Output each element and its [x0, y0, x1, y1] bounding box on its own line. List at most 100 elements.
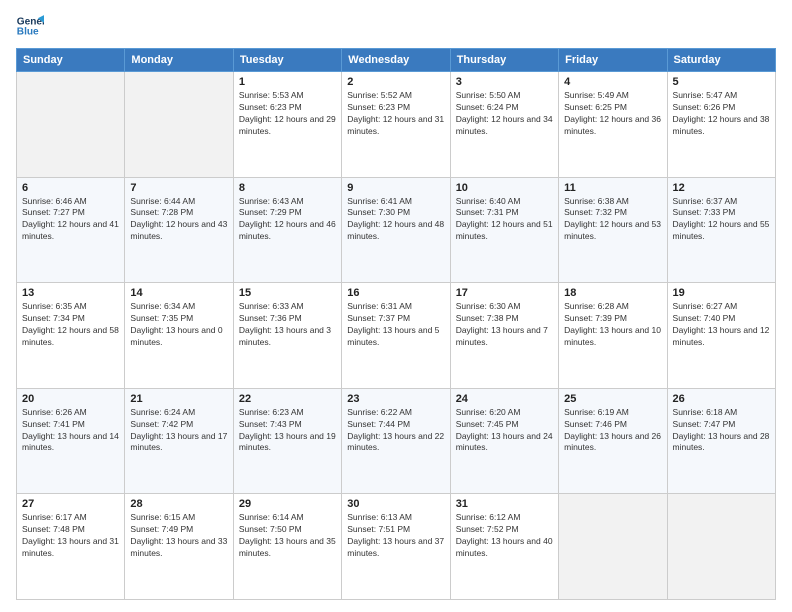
calendar-week-2: 13 Sunrise: 6:35 AM Sunset: 7:34 PM Dayl…: [17, 283, 776, 389]
calendar-cell: 8 Sunrise: 6:43 AM Sunset: 7:29 PM Dayli…: [233, 177, 341, 283]
calendar-cell: 4 Sunrise: 5:49 AM Sunset: 6:25 PM Dayli…: [559, 72, 667, 178]
sunrise-label: Sunrise: 6:17 AM: [22, 512, 87, 522]
daylight-label: Daylight: 13 hours and 40 minutes.: [456, 536, 553, 558]
day-number: 10: [456, 182, 553, 194]
day-number: 18: [564, 287, 661, 299]
sunrise-label: Sunrise: 6:37 AM: [673, 196, 738, 206]
sunset-label: Sunset: 7:30 PM: [347, 207, 410, 217]
sunset-label: Sunset: 6:26 PM: [673, 102, 736, 112]
day-number: 30: [347, 498, 444, 510]
calendar-cell: 30 Sunrise: 6:13 AM Sunset: 7:51 PM Dayl…: [342, 494, 450, 600]
day-info: Sunrise: 6:43 AM Sunset: 7:29 PM Dayligh…: [239, 196, 336, 244]
day-info: Sunrise: 6:26 AM Sunset: 7:41 PM Dayligh…: [22, 407, 119, 455]
daylight-label: Daylight: 13 hours and 19 minutes.: [239, 431, 336, 453]
day-number: 22: [239, 393, 336, 405]
day-number: 27: [22, 498, 119, 510]
sunset-label: Sunset: 7:28 PM: [130, 207, 193, 217]
calendar-cell: 10 Sunrise: 6:40 AM Sunset: 7:31 PM Dayl…: [450, 177, 558, 283]
sunset-label: Sunset: 6:24 PM: [456, 102, 519, 112]
day-info: Sunrise: 6:28 AM Sunset: 7:39 PM Dayligh…: [564, 301, 661, 349]
calendar-cell: 29 Sunrise: 6:14 AM Sunset: 7:50 PM Dayl…: [233, 494, 341, 600]
day-info: Sunrise: 5:52 AM Sunset: 6:23 PM Dayligh…: [347, 90, 444, 138]
sunset-label: Sunset: 7:47 PM: [673, 419, 736, 429]
day-number: 8: [239, 182, 336, 194]
sunrise-label: Sunrise: 6:19 AM: [564, 407, 629, 417]
day-number: 4: [564, 76, 661, 88]
day-number: 13: [22, 287, 119, 299]
sunset-label: Sunset: 7:44 PM: [347, 419, 410, 429]
daylight-label: Daylight: 12 hours and 46 minutes.: [239, 219, 336, 241]
calendar-cell: 26 Sunrise: 6:18 AM Sunset: 7:47 PM Dayl…: [667, 388, 775, 494]
day-number: 9: [347, 182, 444, 194]
sunrise-label: Sunrise: 6:44 AM: [130, 196, 195, 206]
col-saturday: Saturday: [667, 49, 775, 72]
calendar-cell: 15 Sunrise: 6:33 AM Sunset: 7:36 PM Dayl…: [233, 283, 341, 389]
sunrise-label: Sunrise: 6:13 AM: [347, 512, 412, 522]
day-number: 26: [673, 393, 770, 405]
day-number: 15: [239, 287, 336, 299]
day-info: Sunrise: 6:34 AM Sunset: 7:35 PM Dayligh…: [130, 301, 227, 349]
day-number: 3: [456, 76, 553, 88]
day-number: 17: [456, 287, 553, 299]
calendar-cell: 25 Sunrise: 6:19 AM Sunset: 7:46 PM Dayl…: [559, 388, 667, 494]
daylight-label: Daylight: 12 hours and 29 minutes.: [239, 114, 336, 136]
daylight-label: Daylight: 13 hours and 31 minutes.: [22, 536, 119, 558]
sunrise-label: Sunrise: 6:46 AM: [22, 196, 87, 206]
day-number: 29: [239, 498, 336, 510]
daylight-label: Daylight: 12 hours and 43 minutes.: [130, 219, 227, 241]
sunset-label: Sunset: 7:42 PM: [130, 419, 193, 429]
day-number: 19: [673, 287, 770, 299]
day-info: Sunrise: 6:37 AM Sunset: 7:33 PM Dayligh…: [673, 196, 770, 244]
sunset-label: Sunset: 7:48 PM: [22, 524, 85, 534]
day-number: 20: [22, 393, 119, 405]
day-number: 7: [130, 182, 227, 194]
day-number: 28: [130, 498, 227, 510]
day-info: Sunrise: 6:17 AM Sunset: 7:48 PM Dayligh…: [22, 512, 119, 560]
daylight-label: Daylight: 12 hours and 48 minutes.: [347, 219, 444, 241]
day-number: 1: [239, 76, 336, 88]
day-info: Sunrise: 6:20 AM Sunset: 7:45 PM Dayligh…: [456, 407, 553, 455]
calendar-cell: 6 Sunrise: 6:46 AM Sunset: 7:27 PM Dayli…: [17, 177, 125, 283]
sunset-label: Sunset: 7:33 PM: [673, 207, 736, 217]
sunrise-label: Sunrise: 6:14 AM: [239, 512, 304, 522]
sunrise-label: Sunrise: 6:31 AM: [347, 301, 412, 311]
daylight-label: Daylight: 13 hours and 35 minutes.: [239, 536, 336, 558]
calendar-cell: 7 Sunrise: 6:44 AM Sunset: 7:28 PM Dayli…: [125, 177, 233, 283]
calendar-cell: 11 Sunrise: 6:38 AM Sunset: 7:32 PM Dayl…: [559, 177, 667, 283]
sunrise-label: Sunrise: 6:40 AM: [456, 196, 521, 206]
calendar-cell: [667, 494, 775, 600]
sunset-label: Sunset: 7:29 PM: [239, 207, 302, 217]
calendar-cell: 1 Sunrise: 5:53 AM Sunset: 6:23 PM Dayli…: [233, 72, 341, 178]
sunset-label: Sunset: 7:39 PM: [564, 313, 627, 323]
calendar-cell: 13 Sunrise: 6:35 AM Sunset: 7:34 PM Dayl…: [17, 283, 125, 389]
day-info: Sunrise: 6:30 AM Sunset: 7:38 PM Dayligh…: [456, 301, 553, 349]
header: General Blue: [16, 12, 776, 40]
day-info: Sunrise: 6:22 AM Sunset: 7:44 PM Dayligh…: [347, 407, 444, 455]
sunset-label: Sunset: 7:40 PM: [673, 313, 736, 323]
calendar-cell: [559, 494, 667, 600]
day-number: 12: [673, 182, 770, 194]
calendar-cell: 28 Sunrise: 6:15 AM Sunset: 7:49 PM Dayl…: [125, 494, 233, 600]
sunrise-label: Sunrise: 5:52 AM: [347, 90, 412, 100]
sunrise-label: Sunrise: 5:53 AM: [239, 90, 304, 100]
day-number: 25: [564, 393, 661, 405]
day-number: 23: [347, 393, 444, 405]
day-info: Sunrise: 6:44 AM Sunset: 7:28 PM Dayligh…: [130, 196, 227, 244]
daylight-label: Daylight: 12 hours and 38 minutes.: [673, 114, 770, 136]
day-info: Sunrise: 5:53 AM Sunset: 6:23 PM Dayligh…: [239, 90, 336, 138]
sunrise-label: Sunrise: 6:38 AM: [564, 196, 629, 206]
daylight-label: Daylight: 12 hours and 36 minutes.: [564, 114, 661, 136]
sunset-label: Sunset: 6:23 PM: [239, 102, 302, 112]
calendar-cell: 31 Sunrise: 6:12 AM Sunset: 7:52 PM Dayl…: [450, 494, 558, 600]
calendar-cell: 3 Sunrise: 5:50 AM Sunset: 6:24 PM Dayli…: [450, 72, 558, 178]
sunrise-label: Sunrise: 6:30 AM: [456, 301, 521, 311]
sunset-label: Sunset: 7:51 PM: [347, 524, 410, 534]
daylight-label: Daylight: 13 hours and 3 minutes.: [239, 325, 331, 347]
day-info: Sunrise: 6:40 AM Sunset: 7:31 PM Dayligh…: [456, 196, 553, 244]
sunset-label: Sunset: 7:41 PM: [22, 419, 85, 429]
day-number: 31: [456, 498, 553, 510]
calendar-cell: 16 Sunrise: 6:31 AM Sunset: 7:37 PM Dayl…: [342, 283, 450, 389]
calendar-cell: 5 Sunrise: 5:47 AM Sunset: 6:26 PM Dayli…: [667, 72, 775, 178]
calendar-cell: 27 Sunrise: 6:17 AM Sunset: 7:48 PM Dayl…: [17, 494, 125, 600]
sunrise-label: Sunrise: 6:35 AM: [22, 301, 87, 311]
